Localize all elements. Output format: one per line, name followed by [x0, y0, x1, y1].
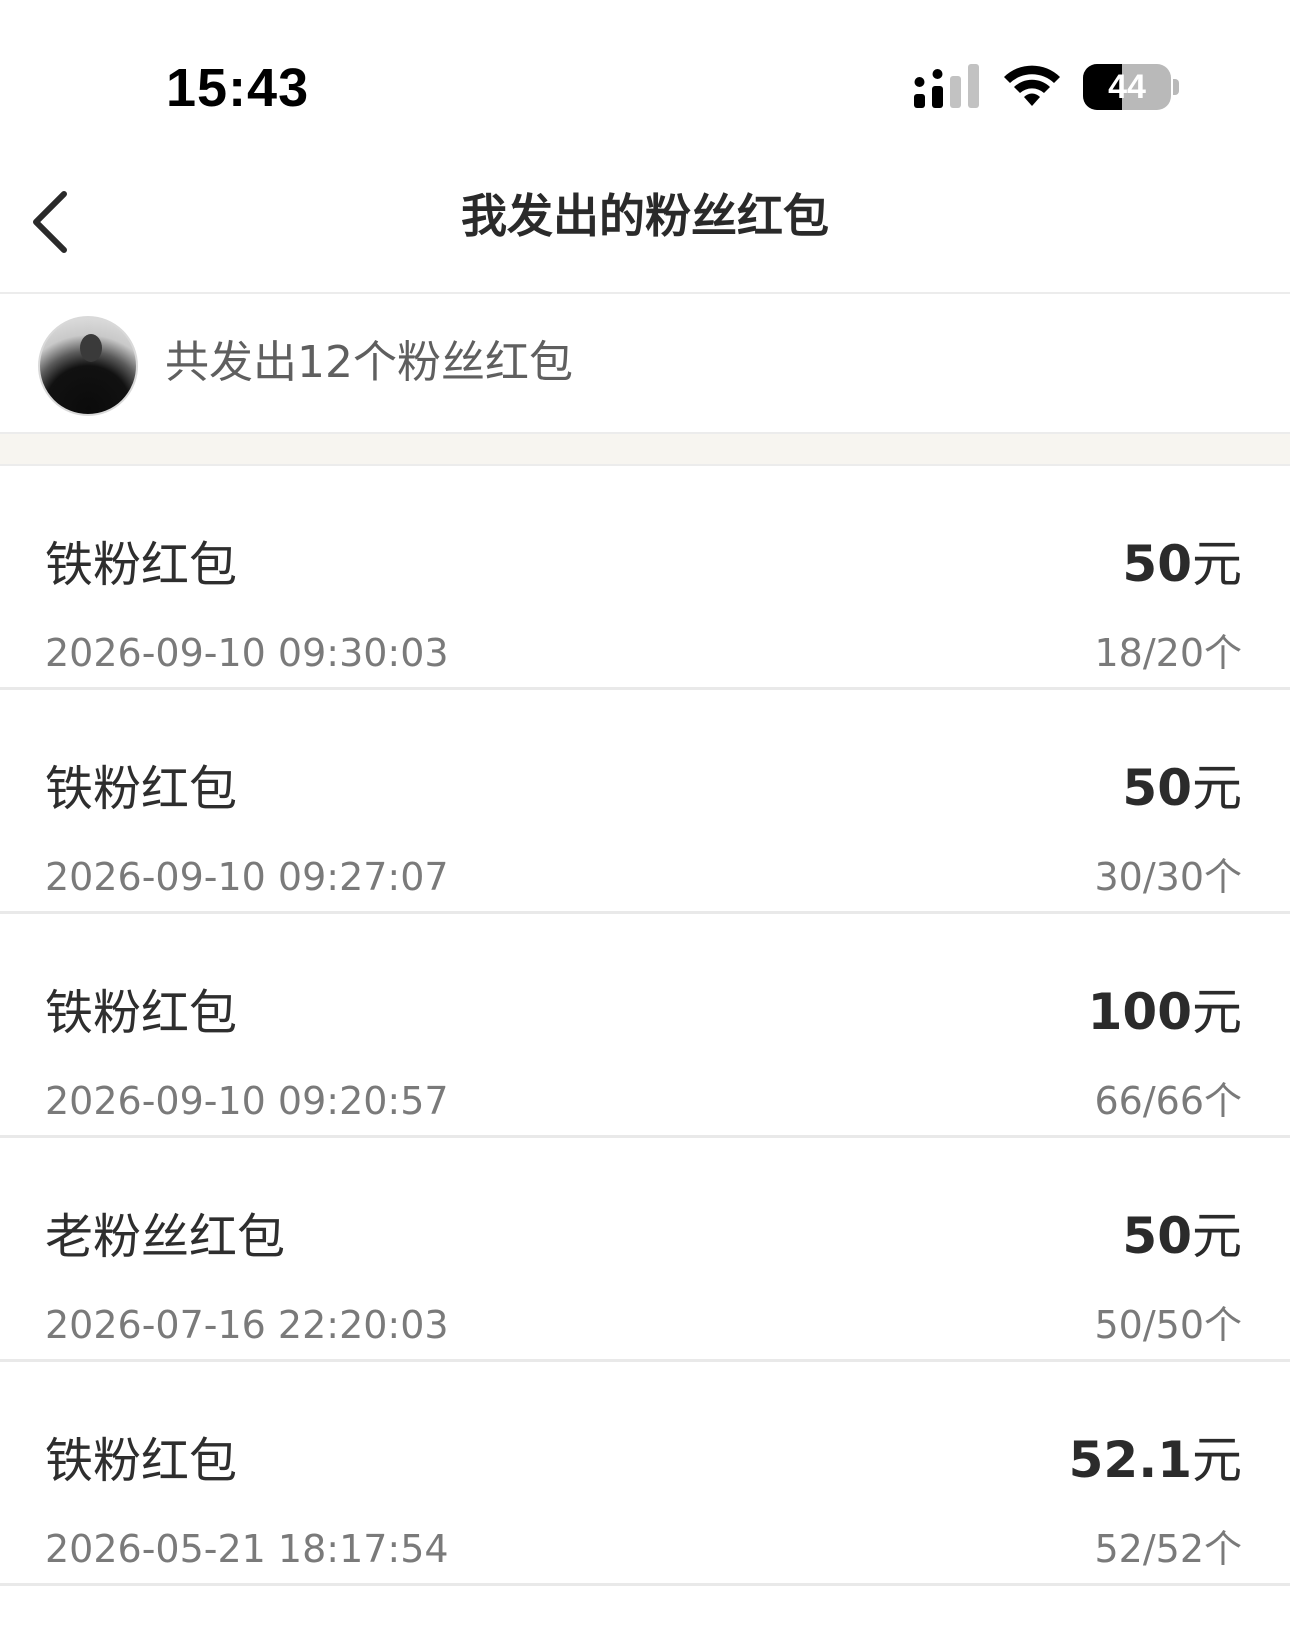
list-item[interactable]: 老粉丝红包 50元 2026-07-16 22:20:03 50/50个 — [0, 1138, 1290, 1362]
avatar[interactable] — [38, 316, 138, 416]
wifi-icon — [1004, 65, 1060, 106]
summary-row: 共发出12个粉丝红包 — [0, 294, 1290, 434]
item-amount: 50元 — [1122, 758, 1242, 818]
avatar-figure — [80, 334, 102, 362]
item-time: 2026-09-10 09:30:03 — [45, 631, 449, 675]
item-name: 铁粉红包 — [45, 1433, 238, 1489]
status-time: 15:43 — [166, 58, 310, 118]
item-amount: 52.1元 — [1069, 1430, 1242, 1490]
list-item[interactable]: 铁粉红包 50元 2026-09-10 09:27:07 30/30个 — [0, 690, 1290, 914]
item-amount: 50元 — [1122, 534, 1242, 594]
battery-icon: 44 — [1083, 64, 1179, 110]
nav-bar: 我发出的粉丝红包 — [0, 140, 1290, 294]
amount-value: 50 — [1122, 759, 1192, 817]
cellular-signal-icon — [914, 64, 979, 108]
status-bar: 15:43 44 — [0, 0, 1290, 140]
amount-unit: 元 — [1192, 535, 1242, 593]
item-count: 18/20个 — [1094, 631, 1242, 675]
chevron-left-icon — [33, 191, 67, 253]
amount-unit: 元 — [1192, 1431, 1242, 1489]
item-count: 30/30个 — [1094, 855, 1242, 899]
item-amount: 100元 — [1088, 982, 1242, 1042]
item-count: 52/52个 — [1094, 1527, 1242, 1571]
list-item[interactable]: 铁粉红包 52.1元 2026-05-21 18:17:54 52/52个 — [0, 1362, 1290, 1586]
battery-level: 44 — [1108, 68, 1146, 106]
section-divider — [0, 434, 1290, 466]
item-time: 2026-05-21 18:17:54 — [45, 1527, 449, 1571]
summary-text: 共发出12个粉丝红包 — [165, 337, 573, 388]
back-button[interactable] — [22, 184, 92, 256]
amount-value: 50 — [1122, 535, 1192, 593]
item-name: 铁粉红包 — [45, 761, 238, 817]
item-time: 2026-09-10 09:20:57 — [45, 1079, 449, 1123]
amount-unit: 元 — [1192, 983, 1242, 1041]
item-time: 2026-07-16 22:20:03 — [45, 1303, 449, 1347]
list-item[interactable]: 铁粉红包 100元 2026-09-10 09:20:57 66/66个 — [0, 914, 1290, 1138]
item-count: 66/66个 — [1094, 1079, 1242, 1123]
amount-value: 50 — [1122, 1207, 1192, 1265]
list-item[interactable]: 铁粉红包 50元 2026-09-10 09:30:03 18/20个 — [0, 466, 1290, 690]
amount-value: 52.1 — [1068, 1431, 1192, 1489]
amount-unit: 元 — [1192, 759, 1242, 817]
item-amount: 50元 — [1122, 1206, 1242, 1266]
item-name: 铁粉红包 — [45, 985, 238, 1041]
battery-cap — [1173, 79, 1179, 95]
amount-unit: 元 — [1192, 1207, 1242, 1265]
item-name: 老粉丝红包 — [45, 1209, 286, 1265]
amount-value: 100 — [1087, 983, 1192, 1041]
page-title: 我发出的粉丝红包 — [461, 189, 829, 243]
red-packet-list: 铁粉红包 50元 2026-09-10 09:30:03 18/20个 铁粉红包… — [0, 466, 1290, 1586]
item-time: 2026-09-10 09:27:07 — [45, 855, 449, 899]
item-count: 50/50个 — [1094, 1303, 1242, 1347]
item-name: 铁粉红包 — [45, 537, 238, 593]
battery-body: 44 — [1083, 64, 1171, 110]
